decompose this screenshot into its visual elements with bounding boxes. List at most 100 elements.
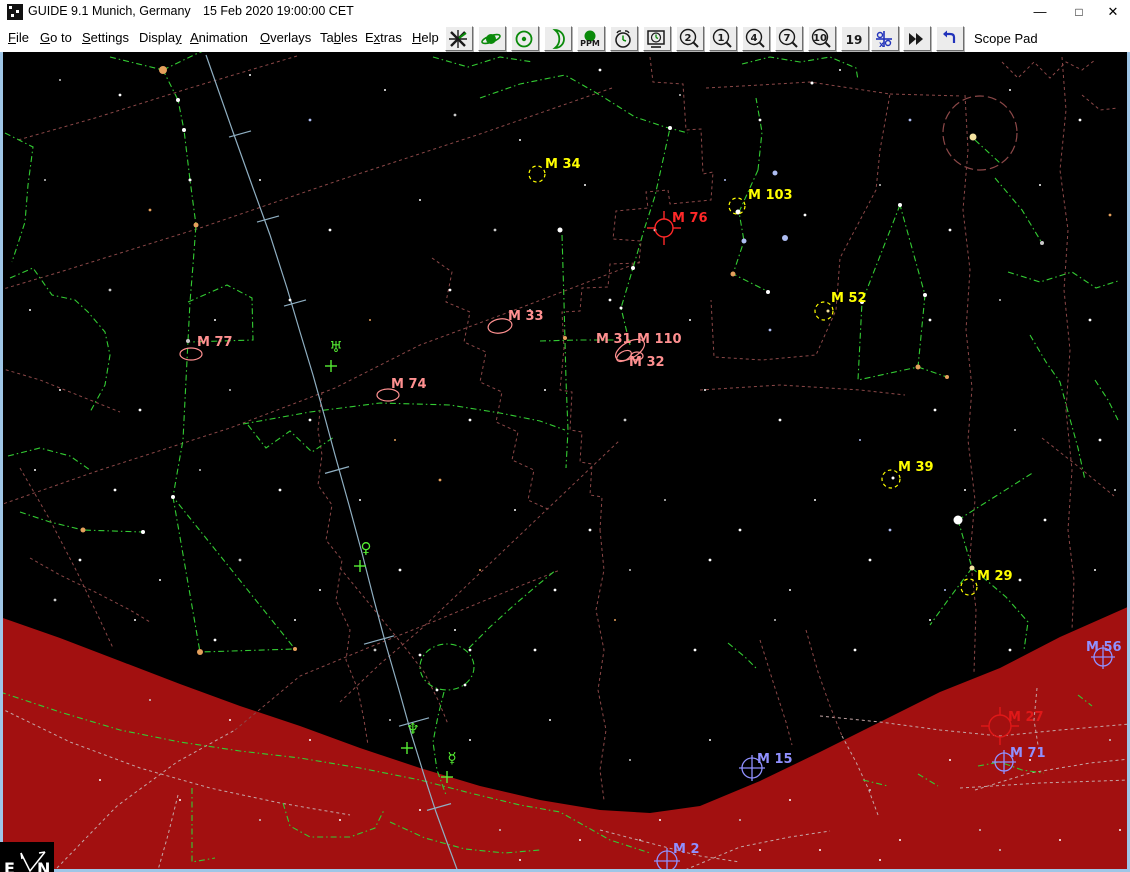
- star: [949, 759, 951, 761]
- zoom-level-2-button[interactable]: 2: [676, 26, 704, 51]
- svg-text:7: 7: [784, 33, 791, 44]
- star: [449, 289, 452, 292]
- star: [1109, 739, 1111, 741]
- star: [182, 128, 186, 132]
- star: [804, 214, 807, 217]
- time-step-icon: [612, 28, 634, 50]
- messier-label: M 31: [596, 332, 632, 347]
- star: [479, 569, 481, 571]
- zoom-level-7-button[interactable]: 7: [775, 26, 803, 51]
- zoom-level-1-button[interactable]: 1: [709, 26, 737, 51]
- menu-item-help[interactable]: Help: [412, 30, 439, 45]
- menu-item-settings[interactable]: Settings: [82, 30, 129, 45]
- star: [289, 299, 292, 302]
- crosshair-button[interactable]: x: [871, 26, 899, 51]
- star: [119, 94, 122, 97]
- zoom-level-10-icon: 10: [810, 28, 832, 50]
- star: [839, 69, 841, 71]
- star: [859, 439, 861, 441]
- messier-label: M 110: [637, 332, 682, 347]
- star: [739, 819, 741, 821]
- realtime-button[interactable]: [643, 26, 671, 51]
- star: [44, 179, 46, 181]
- star: [141, 530, 145, 534]
- star: [229, 719, 231, 721]
- star: [929, 319, 932, 322]
- messier-label: M 15: [757, 752, 793, 767]
- star: [519, 859, 521, 861]
- star: [879, 859, 881, 861]
- zoom-level-2-icon: 2: [678, 28, 700, 50]
- star: [1079, 119, 1082, 122]
- star: [259, 179, 261, 181]
- messier-label: M 103: [748, 188, 793, 203]
- star: [439, 479, 442, 482]
- ppm-catalog-button[interactable]: PPM: [577, 26, 605, 51]
- star-mode-button[interactable]: [445, 26, 473, 51]
- zoom-level-10-button[interactable]: 10: [808, 26, 836, 51]
- star: [999, 299, 1001, 301]
- svg-text:1: 1: [718, 33, 725, 44]
- star: [631, 266, 635, 270]
- messier-label: M 52: [831, 291, 867, 306]
- star: [189, 179, 192, 182]
- moon-button[interactable]: [544, 26, 572, 51]
- planets-button[interactable]: [478, 26, 506, 51]
- menu-item-extras[interactable]: Extras: [365, 30, 402, 45]
- level-19-icon: 19: [843, 28, 865, 50]
- moon-icon: [546, 28, 568, 50]
- zoom-level-4-icon: 4: [744, 28, 766, 50]
- scope-pad-label[interactable]: Scope Pad: [974, 31, 1038, 46]
- star: [1009, 89, 1011, 91]
- maximize-button[interactable]: □: [1062, 0, 1096, 24]
- menu-item-goto[interactable]: Go to: [40, 30, 72, 45]
- star: [629, 759, 631, 761]
- messier-label: M 76: [672, 211, 708, 226]
- star: [194, 223, 199, 228]
- fast-forward-button[interactable]: [903, 26, 931, 51]
- star: [339, 819, 341, 821]
- star: [29, 309, 31, 311]
- menu-item-display[interactable]: Display: [139, 30, 182, 45]
- venus-symbol: ♀: [361, 539, 372, 557]
- star: [419, 809, 421, 811]
- app-icon: [7, 4, 23, 20]
- level-19-button[interactable]: 19: [841, 26, 869, 51]
- sun-button[interactable]: [511, 26, 539, 51]
- messier-label: M 77: [197, 335, 233, 350]
- star: [1044, 519, 1047, 522]
- star: [599, 69, 602, 72]
- close-button[interactable]: ✕: [1096, 0, 1130, 24]
- undo-button[interactable]: [936, 26, 964, 51]
- star: [769, 329, 772, 332]
- compass-east-label: E: [4, 859, 15, 872]
- zoom-level-1-icon: 1: [711, 28, 733, 50]
- messier-label: M 34: [545, 157, 581, 172]
- menu-item-tables[interactable]: Tables: [320, 30, 358, 45]
- svg-text:x: x: [879, 40, 885, 49]
- minimize-button[interactable]: —: [1023, 0, 1057, 24]
- star: [384, 89, 386, 91]
- menu-item-animation[interactable]: Animation: [190, 30, 248, 45]
- star: [970, 566, 975, 571]
- star: [419, 654, 422, 657]
- star: [979, 829, 981, 831]
- star: [614, 619, 616, 621]
- star: [319, 589, 321, 591]
- zoom-level-4-button[interactable]: 4: [742, 26, 770, 51]
- compass-indicator: E N: [0, 842, 54, 872]
- menu-item-file[interactable]: File: [8, 30, 29, 45]
- time-step-button[interactable]: [610, 26, 638, 51]
- star: [179, 799, 181, 801]
- star: [1109, 214, 1112, 217]
- menu-bar: File Go to Settings Display Animation Overlay…: [0, 24, 1130, 52]
- star: [898, 203, 902, 207]
- star: [214, 319, 216, 321]
- star: [34, 469, 36, 471]
- star: [186, 339, 190, 343]
- menu-item-overlays[interactable]: Overlays: [260, 30, 311, 45]
- star: [789, 799, 791, 801]
- star: [294, 619, 296, 621]
- svg-text:4: 4: [751, 33, 758, 44]
- star-chart[interactable]: M 34M 103M 52M 39M 29M 77M 33M 74M 31M 1…: [0, 52, 1130, 872]
